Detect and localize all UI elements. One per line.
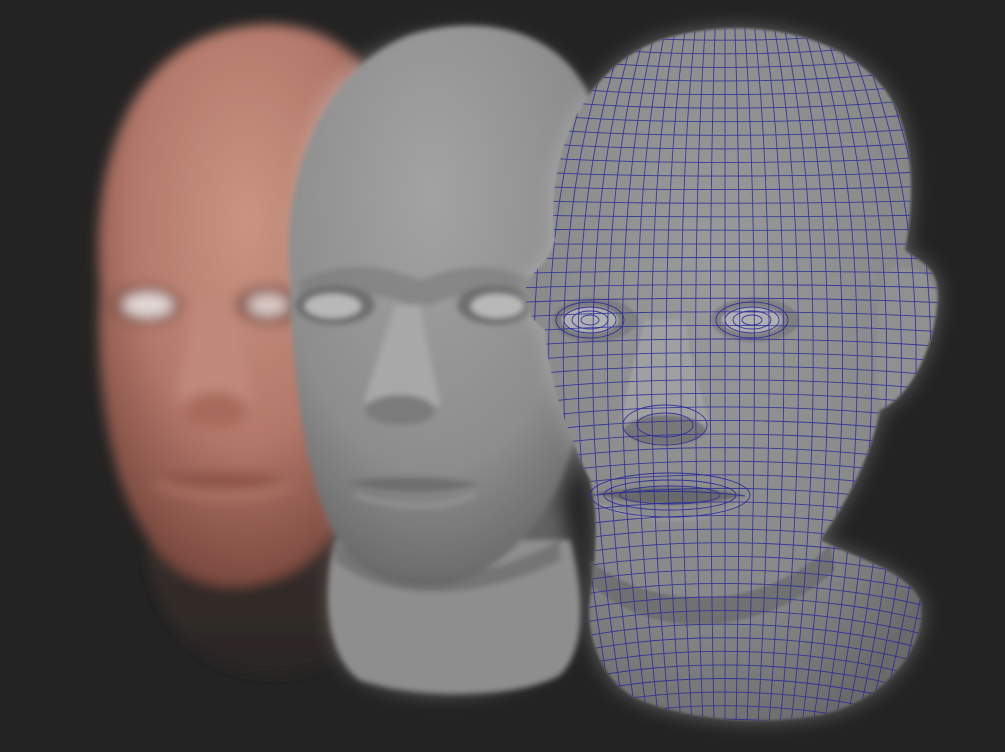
render-viewport (0, 0, 1005, 752)
head-renders-illustration (0, 0, 1005, 752)
